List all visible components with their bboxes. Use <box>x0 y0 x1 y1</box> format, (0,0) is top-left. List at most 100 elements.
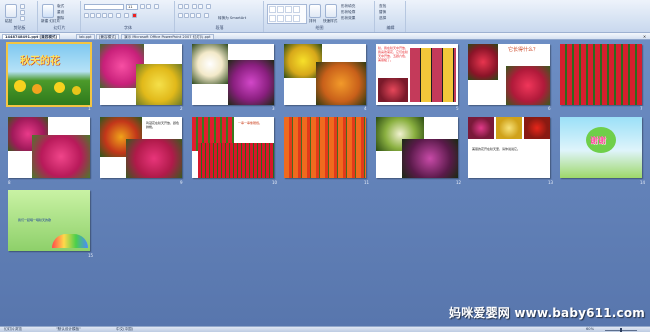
smartart-button[interactable]: 转换为 SmartArt <box>218 16 246 20</box>
cut-icon[interactable] <box>20 4 25 9</box>
find-button[interactable]: 查找 <box>379 4 386 8</box>
language-label: 中文(中国) <box>116 327 134 331</box>
columns-icon[interactable] <box>204 13 209 18</box>
slide-title: 秋天的花 <box>20 56 60 67</box>
slide-thumbnail-11[interactable] <box>284 117 366 178</box>
slide-thumbnail-7[interactable] <box>560 44 642 105</box>
slide-number: 5 <box>456 106 459 111</box>
clear-format-icon[interactable] <box>154 4 159 9</box>
zoom-thumb[interactable] <box>620 328 622 332</box>
slide-thumbnail-15[interactable]: 我们一起唱一唱秋天的歌 <box>8 190 90 251</box>
font-group-label: 字体 <box>124 25 132 30</box>
font-color-icon[interactable] <box>132 13 137 18</box>
grow-font-icon[interactable] <box>140 4 145 9</box>
slide-thumbnail-3[interactable] <box>192 44 274 105</box>
celosia-image <box>32 135 90 178</box>
slide-thumbnail-13[interactable]: 美丽的花开在秋天里，请你说说它。 <box>468 117 550 178</box>
quick-styles-label: 快速样式 <box>323 19 338 23</box>
drawing-group: 排列 快速样式 形状填充 形状轮廓 形状效果 绘图 <box>265 1 375 32</box>
slide-thumbnail-4[interactable] <box>284 44 366 105</box>
zoom-slider[interactable] <box>600 328 642 332</box>
chrysanthemum-image <box>378 78 408 102</box>
close-tab-icon[interactable]: ✕ <box>642 34 647 39</box>
strikethrough-icon[interactable] <box>102 13 107 18</box>
slide-thumbnail-5[interactable]: 秋，我在秋天中开放，我喜欢菊花，它们在秋天中开放，五颜六色，美丽极了。 <box>376 44 458 105</box>
layout-button[interactable]: 版式 <box>57 4 64 8</box>
slide-number: 2 <box>180 106 183 111</box>
salvia-field-image <box>284 117 366 178</box>
tab-document-3[interactable]: [兼容模式] <box>96 34 120 39</box>
quick-styles-button[interactable] <box>325 4 337 18</box>
sunflower-image <box>72 86 81 95</box>
shape-item[interactable] <box>285 6 292 13</box>
arrange-button[interactable] <box>309 4 321 18</box>
shadow-icon[interactable] <box>108 13 113 18</box>
shrink-font-icon[interactable] <box>146 4 151 9</box>
slide-thumbnail-2[interactable] <box>100 44 182 105</box>
decrease-indent-icon[interactable] <box>192 4 197 9</box>
shapes-gallery[interactable] <box>267 4 307 24</box>
shape-item[interactable] <box>293 15 300 22</box>
slide-thumbnail-12[interactable] <box>376 117 458 178</box>
salvia-image <box>560 44 642 105</box>
shape-fill-button[interactable]: 形状填充 <box>341 4 355 8</box>
paste-button[interactable] <box>5 4 17 18</box>
shape-item[interactable] <box>293 6 300 13</box>
numbering-icon[interactable] <box>184 4 189 9</box>
paragraph-group-label: 段落 <box>215 25 224 30</box>
shape-item[interactable] <box>285 15 292 22</box>
replace-button[interactable]: 替换 <box>379 10 386 14</box>
new-slide-button[interactable] <box>42 4 54 18</box>
slide-text: 鸡冠花在秋天开放，颜色鲜艳。 <box>146 121 180 129</box>
spacing-icon[interactable] <box>116 13 121 18</box>
sunflower-image <box>32 84 42 94</box>
align-right-icon[interactable] <box>190 13 195 18</box>
shape-item[interactable] <box>277 6 284 13</box>
slides-group: 新建 幻灯片 版式 重设 删除 幻灯片 <box>39 1 81 32</box>
font-group: 11 字体 <box>82 1 175 32</box>
italic-icon[interactable] <box>90 13 95 18</box>
bold-icon[interactable] <box>84 13 89 18</box>
slide-text: 秋，我在秋天中开放，我喜欢菊花，它们在秋天中开放，五颜六色，美丽极了。 <box>378 46 408 62</box>
slide-thumbnail-1[interactable]: 秋天的花 <box>6 42 92 107</box>
align-left-icon[interactable] <box>178 13 183 18</box>
slide-number: 7 <box>640 106 643 111</box>
change-case-icon[interactable] <box>124 13 129 18</box>
justify-icon[interactable] <box>196 13 201 18</box>
reset-button[interactable]: 重设 <box>57 10 64 14</box>
tab-document-4[interactable]: 演示 Microsoft Office PowerPoint 2007 幻灯片.… <box>121 34 214 39</box>
bullets-icon[interactable] <box>178 4 183 9</box>
slide-thumbnail-8[interactable] <box>8 117 90 178</box>
line-spacing-icon[interactable] <box>206 4 211 9</box>
shape-item[interactable] <box>269 15 276 22</box>
copy-icon[interactable] <box>20 10 25 15</box>
editing-group: 查找 替换 选择 编辑 <box>376 1 406 32</box>
slide-number: 14 <box>640 180 646 185</box>
delete-button[interactable]: 删除 <box>57 16 64 20</box>
underline-icon[interactable] <box>96 13 101 18</box>
chrysanthemum-image <box>136 64 182 105</box>
view-mode-label: 幻灯片浏览 <box>4 327 22 331</box>
slide-thumbnail-6[interactable]: 它长得什么？ <box>468 44 550 105</box>
increase-indent-icon[interactable] <box>198 4 203 9</box>
tab-document-1[interactable]: 1448748491.ppt [兼容模式] <box>2 34 61 39</box>
shape-item[interactable] <box>269 6 276 13</box>
slide-number: 10 <box>272 180 278 185</box>
tab-document-2[interactable]: lab.ppt <box>76 34 95 39</box>
font-family-field[interactable] <box>84 4 124 10</box>
format-painter-icon[interactable] <box>20 16 25 21</box>
slide-thumbnail-9[interactable]: 鸡冠花在秋天开放，颜色鲜艳。 <box>100 117 182 178</box>
shape-item[interactable] <box>277 15 284 22</box>
drawing-group-label: 绘图 <box>315 25 324 30</box>
paste-label: 粘贴 <box>5 19 13 23</box>
select-button[interactable]: 选择 <box>379 16 386 20</box>
font-size-field[interactable]: 11 <box>126 4 138 10</box>
align-center-icon[interactable] <box>184 13 189 18</box>
slide-thumbnail-14[interactable]: 谢谢 <box>560 117 642 178</box>
shape-outline-button[interactable]: 形状轮廓 <box>341 10 355 14</box>
paragraph-group: 转换为 SmartArt 段落 <box>176 1 264 32</box>
slide-thumbnail-10[interactable]: 一串一串像鞭炮。 <box>192 117 274 178</box>
shape-effects-button[interactable]: 形状效果 <box>341 16 355 20</box>
slides-group-label: 幻灯片 <box>53 25 66 30</box>
theme-label: "默认设计模板" <box>56 327 81 331</box>
